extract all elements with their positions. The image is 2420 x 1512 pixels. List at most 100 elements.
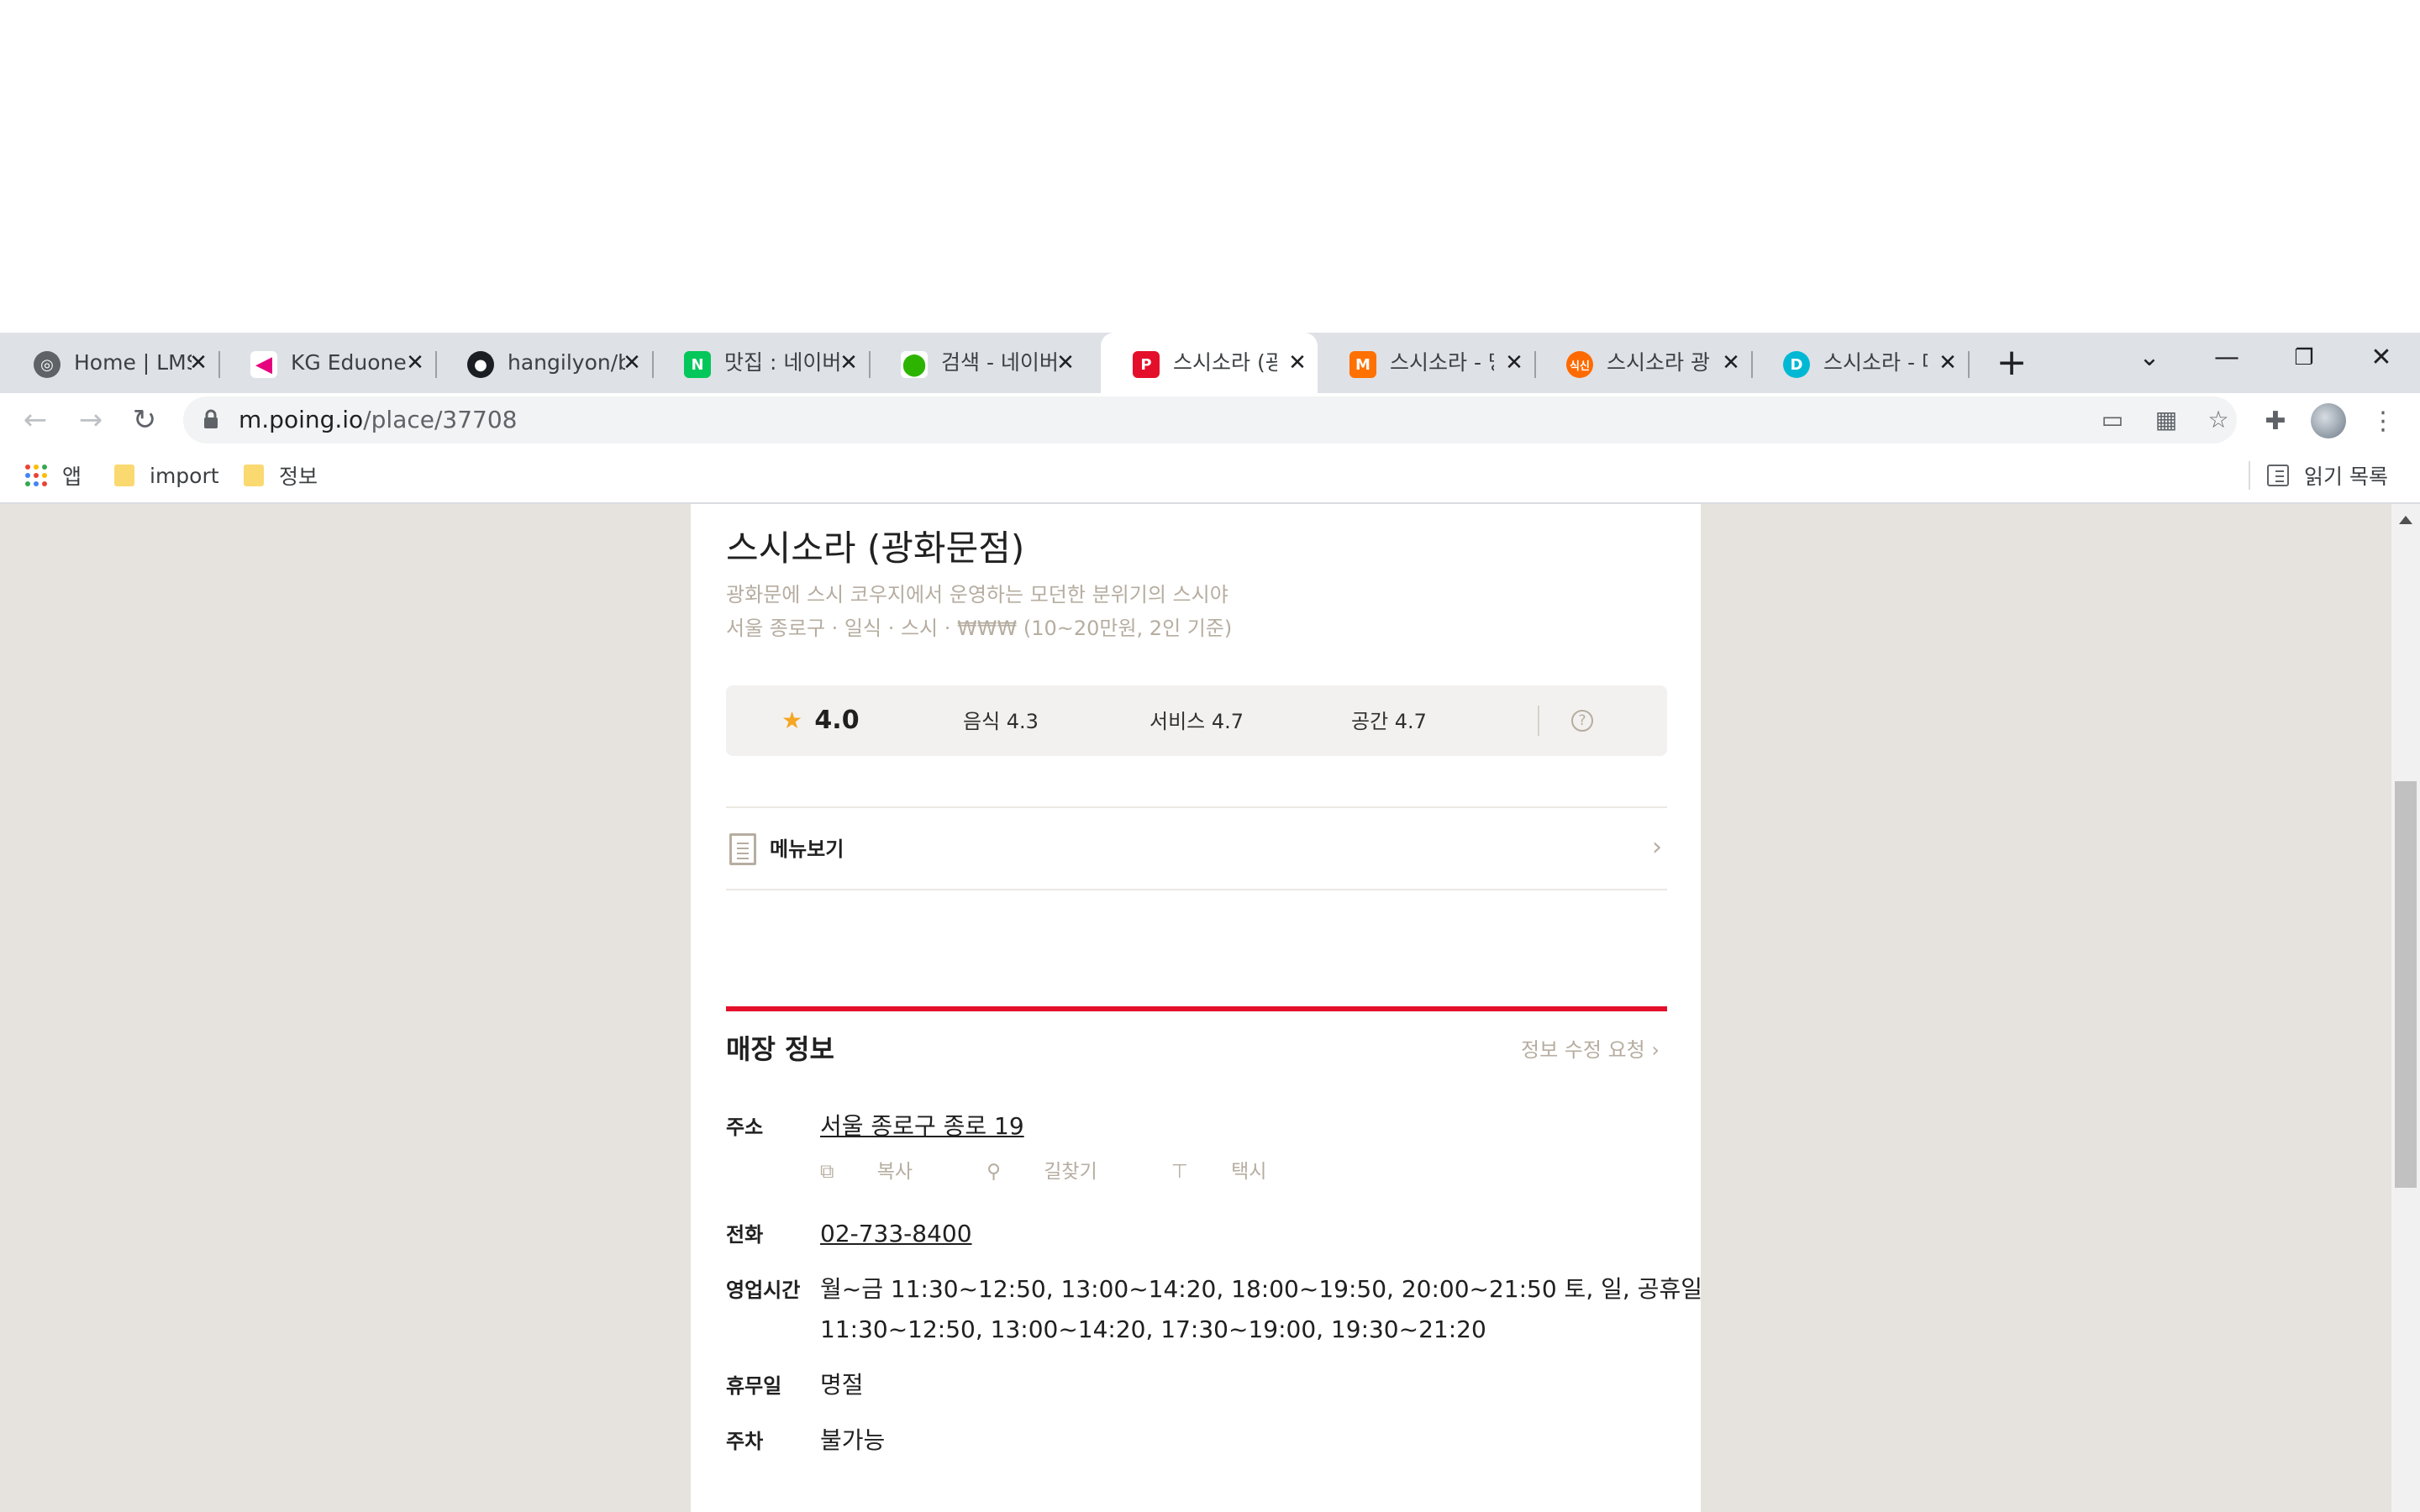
place-title: 스시소라 (광화문점) bbox=[726, 528, 1025, 569]
poing-icon: P bbox=[1133, 351, 1160, 378]
close-icon[interactable]: ✕ bbox=[183, 348, 213, 378]
taxi-icon: ⊤ bbox=[1171, 1161, 1188, 1183]
address-bar[interactable]: m.poing.io/place/37708 ▭ ▦ ☆ bbox=[183, 396, 2237, 444]
kg-logo-icon: ◀ bbox=[250, 351, 277, 378]
cast-icon[interactable]: ▭ bbox=[2097, 405, 2128, 435]
bookmark-info[interactable]: 정보 bbox=[244, 459, 318, 492]
lock-icon[interactable] bbox=[203, 409, 218, 429]
forward-button[interactable]: → bbox=[71, 400, 111, 440]
tab-github[interactable]: ● hangilyon/b ✕ bbox=[435, 333, 654, 393]
tab-title: 스시소라 광화문 bbox=[1607, 350, 1711, 375]
folder-icon bbox=[114, 465, 134, 486]
directions-label: 길찾기 bbox=[1044, 1161, 1097, 1183]
tab-diningcode[interactable]: D 스시소라 - 다이닝 ✕ bbox=[1751, 333, 1970, 393]
bookmark-label: 앱 bbox=[62, 465, 82, 489]
extensions-icon[interactable]: ✚ bbox=[2259, 405, 2292, 438]
tab-title: 맛집 : 네이버 bbox=[724, 350, 842, 375]
reading-list-button[interactable]: 읽기 목록 bbox=[2249, 459, 2388, 492]
tab-title: hangilyon/b bbox=[508, 350, 625, 375]
close-icon[interactable]: ✕ bbox=[1282, 348, 1313, 378]
tab-title: 검색 - 네이버 bbox=[941, 350, 1059, 375]
page-scrollbar[interactable] bbox=[2391, 504, 2420, 1512]
close-icon[interactable]: ✕ bbox=[1933, 348, 1963, 378]
menu-view-label: 메뉴보기 bbox=[770, 837, 844, 861]
bookmark-apps[interactable]: 앱 bbox=[25, 459, 82, 492]
menu-document-icon bbox=[729, 833, 756, 865]
edit-info-label: 정보 수정 요청 bbox=[1521, 1038, 1645, 1062]
service-rating: 서비스 4.7 bbox=[1150, 710, 1244, 733]
folder-icon bbox=[244, 465, 264, 486]
place-description: 광화문에 스시 코우지에서 운영하는 모던한 분위기의 스시야 bbox=[726, 583, 1228, 606]
bookmarks-separator bbox=[2249, 461, 2250, 490]
rating-divider bbox=[1538, 706, 1539, 736]
browser-toolbar: ← → ↻ m.poing.io/place/37708 ▭ ▦ ☆ ✚ ⋮ bbox=[0, 393, 2420, 447]
bookmark-import[interactable]: import bbox=[114, 459, 219, 492]
chevron-right-icon: › bbox=[1652, 832, 1662, 862]
url-text[interactable]: m.poing.io/place/37708 bbox=[239, 405, 517, 435]
new-tab-button[interactable]: + bbox=[1990, 341, 2033, 385]
naver-map-icon: ⬤ bbox=[901, 351, 928, 378]
directions-button[interactable]: ⚲ 길찾기 bbox=[986, 1158, 1134, 1186]
siksin-icon: 식신 bbox=[1566, 351, 1593, 378]
help-icon[interactable]: ? bbox=[1571, 710, 1593, 732]
qr-code-icon[interactable]: ▦ bbox=[2151, 405, 2181, 435]
tab-naver-search[interactable]: ⬤ 검색 - 네이버 ✕ bbox=[869, 333, 1086, 393]
naver-icon: N bbox=[684, 351, 711, 378]
url-path: /place/37708 bbox=[363, 406, 518, 433]
profile-avatar[interactable] bbox=[2311, 403, 2346, 438]
close-window-button[interactable]: ✕ bbox=[2343, 333, 2420, 383]
ratings-box: ★ 4.0 음식 4.3 서비스 4.7 공간 4.7 ? bbox=[726, 685, 1667, 756]
scrollbar-thumb[interactable] bbox=[2395, 781, 2417, 1188]
food-rating: 음식 4.3 bbox=[963, 710, 1039, 733]
tab-home-lms[interactable]: ◎ Home | LMS ✕ bbox=[2, 333, 220, 393]
edit-info-link[interactable]: 정보 수정 요청 › bbox=[1521, 1035, 1660, 1065]
place-meta: 서울 종로구 · 일식 · 스시 · ₩₩₩ (10~20만원, 2인 기준) bbox=[726, 617, 1233, 640]
space-rating: 공간 4.7 bbox=[1351, 710, 1427, 733]
bookmark-label: 정보 bbox=[279, 465, 318, 489]
close-icon[interactable]: ✕ bbox=[400, 348, 430, 378]
scroll-up-arrow[interactable] bbox=[2399, 516, 2412, 524]
address-link[interactable]: 서울 종로구 종로 19 bbox=[820, 1107, 1024, 1146]
tab-title: 스시소라 - 망고 bbox=[1390, 350, 1494, 375]
close-icon[interactable]: ✕ bbox=[617, 348, 647, 378]
taxi-button[interactable]: ⊤ 택시 bbox=[1171, 1158, 1304, 1186]
close-icon[interactable]: ✕ bbox=[1716, 348, 1746, 378]
hours-line-1: 월~금 11:30~12:50, 13:00~14:20, 18:00~19:5… bbox=[820, 1275, 1702, 1303]
address-label: 주소 bbox=[726, 1116, 764, 1139]
close-icon[interactable]: ✕ bbox=[1499, 348, 1529, 378]
reading-list-icon bbox=[2267, 465, 2289, 486]
url-host: m.poing.io bbox=[239, 406, 364, 433]
tab-poing-active[interactable]: P 스시소라 (광화문 ✕ bbox=[1101, 333, 1318, 393]
more-menu-icon[interactable]: ⋮ bbox=[2366, 405, 2400, 438]
overall-rating: 4.0 bbox=[814, 706, 860, 735]
tab-kg-eduone[interactable]: ◀ KG Eduone ✕ bbox=[218, 333, 437, 393]
parking-value: 불가능 bbox=[820, 1426, 886, 1454]
section-divider bbox=[726, 1006, 1667, 1011]
chevron-right-icon: › bbox=[1651, 1038, 1660, 1062]
tab-search-button[interactable]: ⌄ bbox=[2111, 333, 2188, 383]
blank-area bbox=[0, 0, 2420, 333]
tab-separator bbox=[1968, 351, 1970, 378]
apps-grid-icon bbox=[25, 465, 47, 486]
parking-label: 주차 bbox=[726, 1430, 764, 1453]
restore-button[interactable]: ❐ bbox=[2265, 333, 2343, 383]
tab-title: KG Eduone bbox=[291, 350, 407, 375]
back-button[interactable]: ← bbox=[15, 400, 55, 440]
reload-button[interactable]: ↻ bbox=[124, 400, 165, 440]
closed-label: 휴무일 bbox=[726, 1374, 782, 1398]
copy-button[interactable]: ⧉ 복사 bbox=[820, 1158, 950, 1186]
tab-mangoplate[interactable]: M 스시소라 - 망고 ✕ bbox=[1318, 333, 1536, 393]
close-icon[interactable]: ✕ bbox=[1050, 348, 1081, 378]
tab-siksin[interactable]: 식신 스시소라 광화문 ✕ bbox=[1534, 333, 1753, 393]
bookmarks-bar: 앱 import 정보 읽기 목록 bbox=[0, 447, 2420, 504]
map-pin-icon: ⚲ bbox=[986, 1161, 1001, 1183]
copy-icon: ⧉ bbox=[820, 1161, 834, 1183]
tab-title: Home | LMS bbox=[74, 350, 192, 375]
bookmark-star-icon[interactable]: ☆ bbox=[2203, 405, 2233, 435]
phone-link[interactable]: 02-733-8400 bbox=[820, 1215, 972, 1253]
tab-strip: ◎ Home | LMS ✕ ◀ KG Eduone ✕ ● hangilyon… bbox=[0, 333, 2420, 393]
close-icon[interactable]: ✕ bbox=[834, 348, 864, 378]
minimize-button[interactable]: — bbox=[2188, 333, 2265, 383]
menu-view-row[interactable]: 메뉴보기 › bbox=[726, 806, 1667, 890]
tab-naver-restaurants[interactable]: N 맛집 : 네이버 ✕ bbox=[652, 333, 871, 393]
